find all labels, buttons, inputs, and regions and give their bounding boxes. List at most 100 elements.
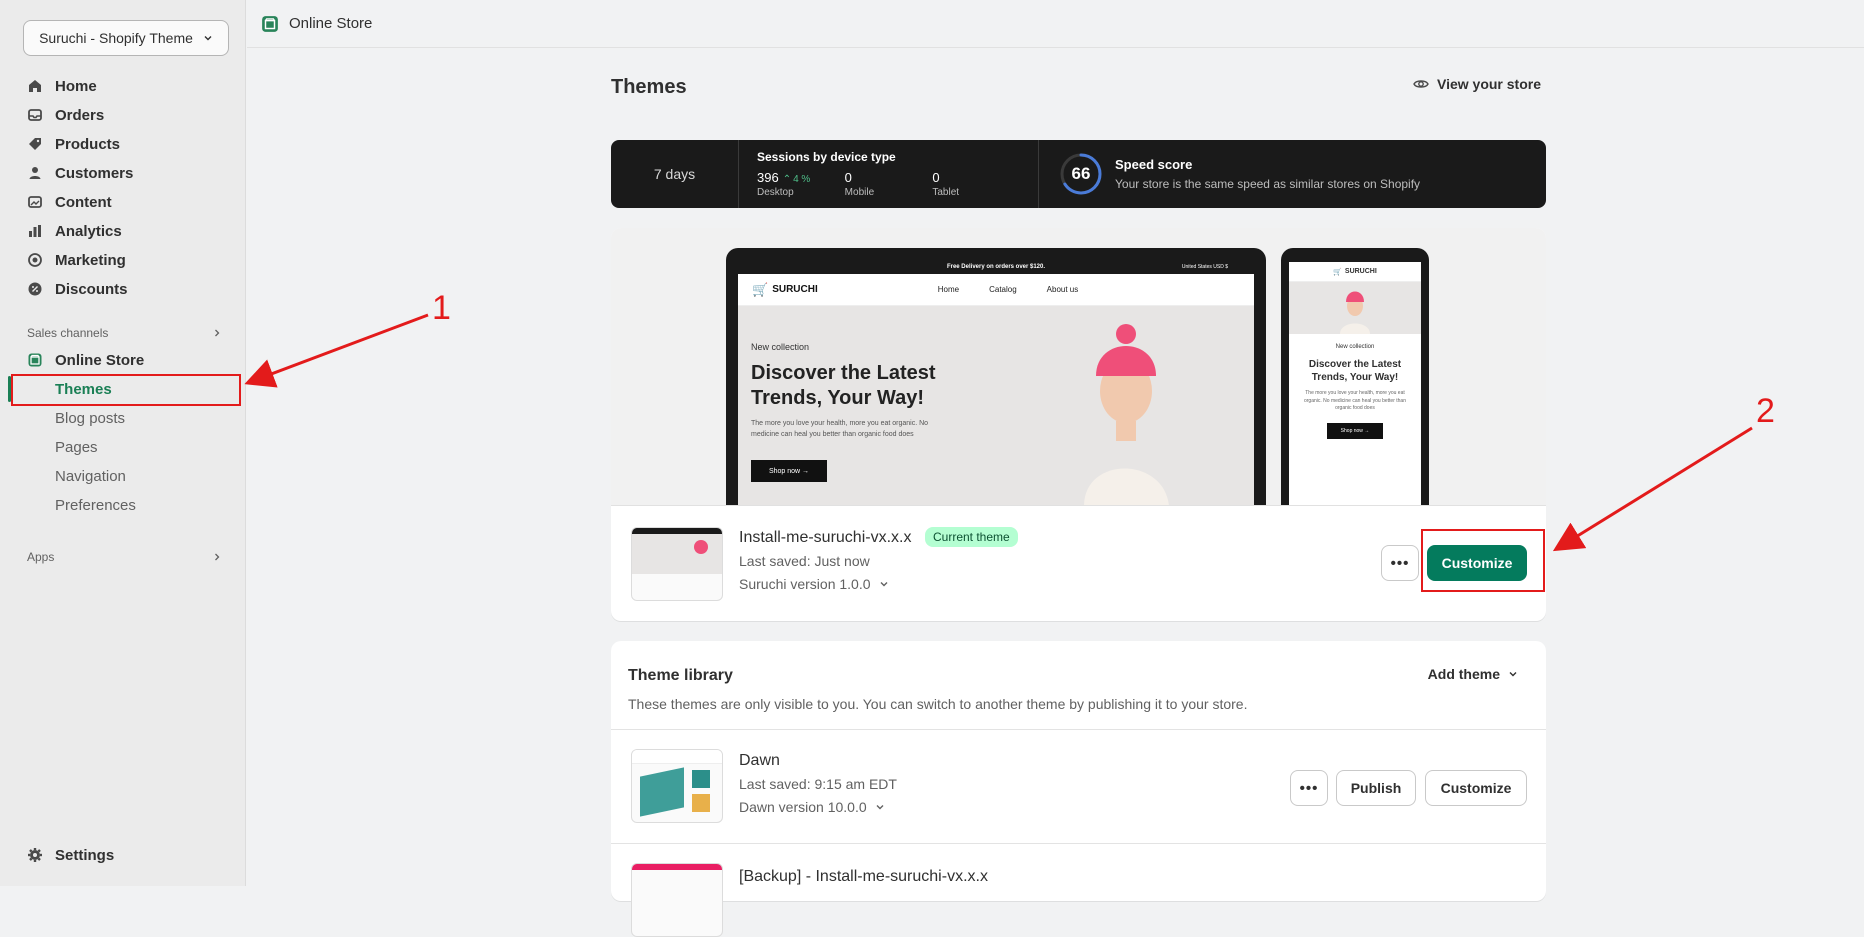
nav-products[interactable]: Products (27, 132, 120, 156)
period-label: 7 days (653, 166, 696, 182)
sub-nav-blog-posts[interactable]: Blog posts (55, 406, 125, 430)
cart-logo-icon: 🛒 (752, 281, 769, 297)
nav-label: Discounts (55, 280, 128, 298)
preview-nav: 🛒 SURUCHI Home Catalog About us (738, 274, 1254, 306)
nav-label: Content (55, 193, 112, 211)
discount-icon (27, 281, 43, 297)
chevron-right-icon (215, 553, 220, 561)
nav-label: Navigation (55, 467, 126, 485)
preview-mobile-nav: 🛒 SURUCHI (1289, 262, 1421, 282)
sales-channels-header[interactable]: Sales channels (27, 326, 222, 340)
view-store-label: View your store (1437, 76, 1542, 92)
speed-panel[interactable]: 66 Speed score Your store is the same sp… (1039, 140, 1420, 208)
dots-icon: ••• (1390, 554, 1410, 572)
version-label: Dawn version 10.0.0 (739, 799, 867, 815)
sales-channels-label: Sales channels (27, 326, 109, 340)
nav-label: Customers (55, 164, 134, 182)
inbox-icon (27, 107, 43, 123)
add-theme-button[interactable]: Add theme (1428, 666, 1518, 682)
divider (611, 729, 1546, 730)
cart-logo-icon: 🛒 (1333, 268, 1342, 276)
nav-home[interactable]: Home (27, 74, 97, 98)
speed-score-value: 66 (1071, 164, 1091, 183)
current-theme-thumbnail (631, 527, 723, 601)
model-photo (1084, 324, 1169, 505)
theme-preview: Free Delivery on orders over $120. United… (611, 228, 1546, 506)
speed-gauge: 66 (1059, 152, 1103, 196)
gear-icon (27, 847, 43, 863)
preview-announcement: Free Delivery on orders over $120. United… (738, 260, 1254, 274)
tablet-value: 0 (932, 170, 940, 185)
desktop-stat: 396 ⌃ 4 % Desktop (757, 170, 845, 198)
more-actions-button[interactable]: ••• (1381, 545, 1419, 581)
nav-settings[interactable]: Settings (27, 843, 114, 867)
customize-label: Customize (1440, 780, 1512, 796)
nav-label: Marketing (55, 251, 126, 269)
apps-label: Apps (27, 550, 55, 564)
current-theme-name: Install-me-suruchi-vx.x.x (739, 529, 912, 546)
theme-saved: Last saved: 9:15 am EDT (739, 776, 897, 792)
sessions-panel[interactable]: Sessions by device type 396 ⌃ 4 % Desktop … (739, 140, 1039, 208)
nav-label: Analytics (55, 222, 122, 240)
mobile-stat: 0 Mobile (845, 170, 933, 198)
nav-discounts[interactable]: Discounts (27, 277, 128, 301)
sub-nav-preferences[interactable]: Preferences (55, 493, 136, 517)
customize-button[interactable]: Customize (1425, 770, 1527, 806)
dots-icon: ••• (1299, 779, 1319, 797)
current-theme-version[interactable]: Suruchi version 1.0.0 (739, 576, 889, 592)
dawn-thumbnail (631, 749, 723, 823)
nav-marketing[interactable]: Marketing (27, 248, 126, 272)
mobile-value: 0 (844, 170, 852, 185)
desktop-change: 4 % (793, 174, 811, 185)
publish-button[interactable]: Publish (1336, 770, 1416, 806)
chevron-down-icon (876, 805, 884, 810)
more-actions-button[interactable]: ••• (1290, 770, 1328, 806)
sub-nav-navigation[interactable]: Navigation (55, 464, 126, 488)
tag-icon (27, 136, 43, 152)
nav-customers[interactable]: Customers (27, 161, 133, 185)
tablet-label: Tablet (932, 187, 960, 198)
store-selector[interactable]: Suruchi - Shopify Theme (23, 20, 229, 56)
add-theme-label: Add theme (1427, 666, 1500, 682)
library-title: Theme library (628, 667, 733, 684)
theme-version[interactable]: Dawn version 10.0.0 (739, 799, 885, 815)
nav-label: Online Store (55, 351, 145, 369)
library-description: These themes are only visible to you. Yo… (628, 696, 1248, 712)
view-store-link[interactable]: View your store (1413, 76, 1541, 92)
sessions-title: Sessions by device type (757, 150, 896, 164)
top-bar: Online Store (247, 0, 1864, 48)
current-theme-badge: Current theme (925, 527, 1018, 547)
divider (611, 843, 1546, 844)
nav-orders[interactable]: Orders (27, 103, 104, 127)
chevron-down-icon (1509, 672, 1517, 677)
period-selector[interactable]: 7 days (611, 140, 739, 208)
sidebar: Suruchi - Shopify Theme Home Orders Prod… (0, 0, 246, 886)
desktop-label: Desktop (757, 187, 794, 198)
nav-content[interactable]: Content (27, 190, 112, 214)
sub-nav-pages[interactable]: Pages (55, 435, 98, 459)
apps-header[interactable]: Apps (27, 550, 222, 564)
theme-name: Dawn (739, 752, 780, 769)
target-icon (27, 252, 43, 268)
top-bar-title: Online Store (289, 15, 373, 32)
preview-mobile-image (1289, 282, 1421, 334)
store-name: Suruchi - Shopify Theme (39, 30, 193, 46)
nav-online-store[interactable]: Online Store (27, 348, 144, 372)
stats-bar: 7 days Sessions by device type 396 ⌃ 4 % D… (611, 140, 1546, 208)
mobile-label: Mobile (844, 187, 875, 198)
nav-label: Products (55, 135, 121, 153)
tablet-stat: 0 Tablet (932, 170, 1020, 198)
current-theme-card: Free Delivery on orders over $120. United… (611, 228, 1546, 621)
desktop-value: 396 (757, 170, 779, 185)
nav-analytics[interactable]: Analytics (27, 219, 122, 243)
chevron-right-icon (215, 329, 220, 337)
chevron-down-icon (204, 36, 212, 41)
annotation-number-2: 2 (1756, 392, 1775, 430)
nav-label: Pages (55, 438, 98, 456)
backup-thumbnail (631, 863, 723, 937)
speed-desc: Your store is the same speed as similar … (1115, 177, 1421, 191)
store-icon (262, 15, 278, 32)
version-label: Suruchi version 1.0.0 (739, 576, 871, 592)
eye-icon (1413, 80, 1429, 88)
preview-cta: Shop now → (751, 460, 827, 482)
